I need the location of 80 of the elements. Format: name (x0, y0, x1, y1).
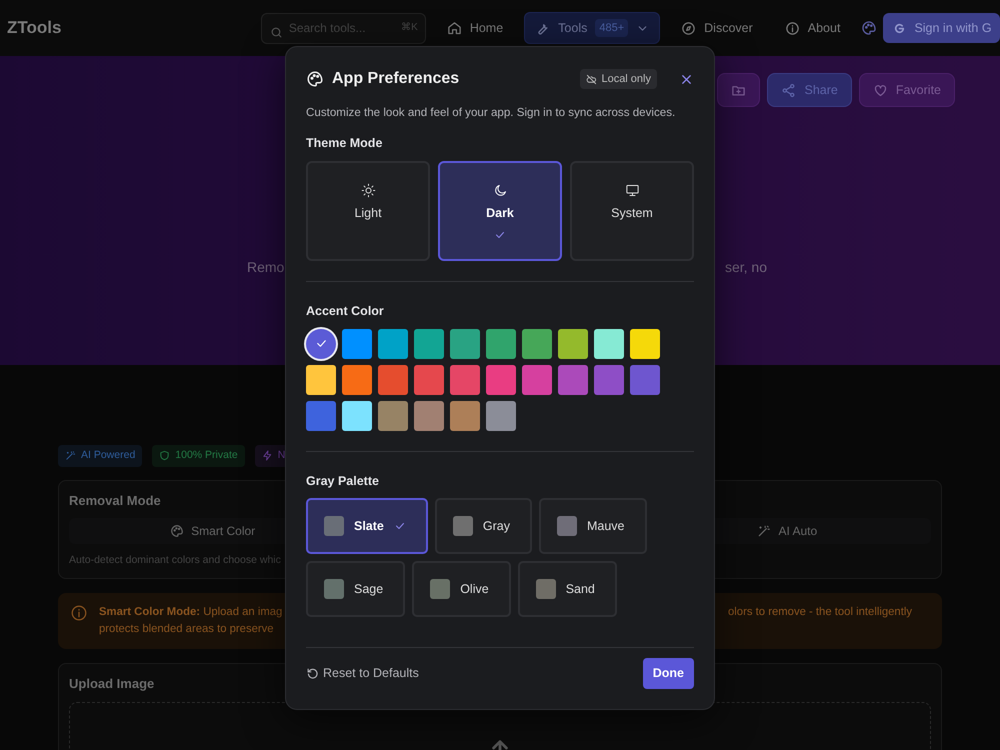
alert-text: olors to remove - the tool intelligently (728, 605, 912, 620)
color-swatch[interactable] (522, 364, 552, 394)
nav-link[interactable]: Discover (670, 12, 764, 44)
info-icon (784, 20, 800, 36)
feature-badge: AI Powered (58, 445, 142, 467)
palette-option[interactable]: Sage (306, 561, 406, 618)
color-swatch[interactable] (342, 364, 372, 394)
color-swatch[interactable] (414, 328, 444, 358)
palette-icon[interactable] (861, 20, 878, 36)
color-swatch[interactable] (594, 364, 624, 394)
wand-icon (65, 450, 76, 462)
color-swatch[interactable] (486, 328, 516, 358)
color-swatch[interactable] (306, 328, 336, 358)
color-swatch[interactable] (450, 400, 480, 430)
section-label: Gray Palette (306, 472, 380, 490)
add-folder-button[interactable] (717, 73, 760, 107)
color-swatch[interactable] (414, 364, 444, 394)
color-swatch[interactable] (450, 328, 480, 358)
section-label: Theme Mode (306, 135, 384, 152)
color-swatch[interactable] (378, 400, 408, 430)
search-icon (270, 26, 283, 39)
palette-option[interactable]: Gray (434, 498, 532, 554)
color-swatch[interactable] (342, 328, 372, 358)
color-swatch[interactable] (306, 400, 336, 430)
color-swatch[interactable] (558, 328, 588, 358)
color-swatch[interactable] (558, 364, 588, 394)
logo-icon (893, 22, 906, 34)
logo-text[interactable]: ZTools (7, 15, 261, 41)
status-badge: Local only (580, 68, 657, 90)
feature-badge: 100% Private (152, 445, 245, 467)
moon-icon (492, 182, 508, 198)
cloud-off-icon (586, 74, 598, 84)
dialog-description: Customize the look and feel of your app. Sign in to sync across devices. (306, 105, 676, 121)
theme-option[interactable]: Light (306, 160, 430, 261)
palette-icon (170, 524, 184, 538)
shield-icon (159, 450, 170, 462)
wand-icon (757, 524, 772, 538)
section-label: Accent Color (306, 302, 385, 320)
card-title: Upload Image (69, 675, 156, 693)
share-icon (781, 82, 796, 98)
color-swatch[interactable] (378, 328, 408, 358)
hero-subtitle: ser, no (724, 258, 767, 277)
lightning-icon (262, 450, 273, 462)
reset-button[interactable]: Reset to Defaults (306, 664, 419, 683)
house-icon (446, 20, 462, 36)
done-button[interactable]: Done (642, 658, 694, 689)
theme-option[interactable]: Dark (438, 160, 562, 261)
monitor-icon (624, 182, 640, 198)
compass-icon (681, 20, 696, 36)
count-badge: 485+ (595, 18, 628, 38)
color-swatch[interactable] (486, 400, 516, 430)
palette-option[interactable]: Mauve (538, 498, 647, 554)
color-swatch[interactable] (630, 328, 660, 358)
palette-icon (306, 70, 324, 88)
reset-icon (306, 667, 319, 680)
info-icon (70, 604, 88, 622)
sign-in-button[interactable]: Sign in with G (883, 13, 1000, 43)
heart-icon (872, 82, 888, 98)
alert-text: protects blended areas to preserve (99, 622, 275, 637)
color-swatch[interactable] (414, 400, 444, 430)
color-swatch[interactable] (378, 364, 408, 394)
palette-option[interactable]: Sand (518, 561, 617, 618)
alert-text: Smart Color Mode: Upload an imag (99, 605, 282, 620)
nav-link[interactable]: Tools 485+ (524, 12, 660, 44)
nav-link[interactable]: About (774, 12, 852, 44)
dialog-title: App Preferences (332, 69, 460, 89)
hero-subtitle: Remo (247, 258, 284, 277)
color-swatch[interactable] (630, 364, 660, 394)
sun-icon (360, 182, 376, 198)
card-title: Removal Mode (69, 492, 162, 510)
palette-option[interactable]: Slate (306, 498, 428, 554)
color-swatch[interactable] (450, 364, 480, 394)
color-swatch[interactable] (486, 364, 516, 394)
palette-option[interactable]: Olive (412, 561, 511, 618)
color-swatch[interactable] (594, 328, 624, 358)
color-swatch[interactable] (342, 400, 372, 430)
color-swatch[interactable] (522, 328, 552, 358)
color-swatch[interactable] (306, 364, 336, 394)
nav-link[interactable]: Home (436, 12, 514, 44)
theme-option[interactable]: System (570, 160, 694, 261)
